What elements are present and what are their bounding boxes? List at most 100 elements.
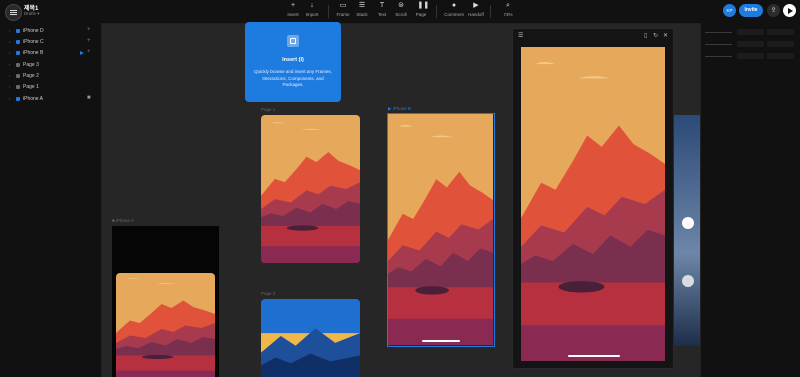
menu-icon[interactable] — [5, 4, 22, 21]
layer-name: Page 3 — [23, 62, 39, 68]
layer-name: iPhone C — [23, 39, 44, 45]
zoom-icon: ⌕ — [506, 2, 510, 9]
property-row — [705, 32, 732, 33]
stack-icon: ☰ — [358, 2, 366, 9]
toggle-knob — [682, 217, 694, 229]
sunset-artwork — [261, 115, 360, 263]
share-icon[interactable]: ⇪ — [767, 4, 780, 17]
preview-window[interactable]: ☰ ▯ ↻ ✕ — [512, 28, 674, 369]
property-field[interactable] — [737, 29, 764, 35]
zoom-tool[interactable]: ⌕ 73% — [496, 2, 520, 17]
blue-hills-artwork — [261, 299, 360, 377]
refresh-icon[interactable]: ↻ — [653, 32, 658, 39]
layer-page-1[interactable]: › Page 1 — [0, 82, 101, 92]
chevron-right-icon[interactable]: › — [9, 28, 10, 33]
comment-icon: ● — [451, 2, 457, 9]
frame-label-iphone-b[interactable]: ▶ iPhone B — [388, 106, 411, 112]
plus-icon[interactable]: + — [87, 49, 91, 55]
invite-button[interactable]: Invite — [739, 4, 763, 17]
project-location[interactable]: Drafts ▾ — [24, 11, 40, 17]
chevron-right-icon[interactable]: › — [9, 84, 10, 89]
start-frame-icon[interactable] — [80, 50, 84, 55]
top-toolbar: 제목1 Drafts ▾ + Insert ↓ Import ▭ Frame ☰… — [0, 0, 800, 24]
layer-iphone-c[interactable]: › iPhone C + — [0, 37, 101, 47]
frame-layer-icon — [16, 29, 20, 33]
layer-name: iPhone D — [23, 28, 44, 34]
insert-tooltip: Insert (I) Quickly browse and insert any… — [245, 22, 341, 102]
layer-iphone-a[interactable]: › iPhone A ■ — [0, 94, 101, 104]
property-row — [705, 44, 732, 45]
chevron-right-icon[interactable]: › — [9, 96, 10, 101]
property-row — [705, 56, 732, 57]
frame-iphone-b[interactable] — [387, 113, 495, 347]
page-icon: ❚❚ — [417, 2, 430, 9]
property-field[interactable] — [737, 53, 764, 59]
frame-iphone-c[interactable] — [672, 115, 700, 346]
home-indicator — [422, 340, 460, 342]
zoom-level: 73% — [503, 12, 513, 17]
frame-iphone-a[interactable] — [112, 226, 219, 377]
comment-tool[interactable]: ● Comment — [442, 2, 466, 17]
close-icon[interactable]: ✕ — [663, 32, 668, 39]
preview-play-button[interactable] — [783, 4, 796, 17]
text-icon: T — [379, 2, 385, 9]
frame-options-icon[interactable]: ■ — [87, 95, 91, 101]
import-tool[interactable]: ↓ Import — [300, 2, 324, 17]
chevron-right-icon[interactable]: › — [9, 39, 10, 44]
frame-layer-icon — [16, 40, 20, 44]
layer-page-2[interactable]: › Page 2 — [0, 71, 101, 81]
property-field[interactable] — [767, 41, 794, 47]
sunset-artwork — [388, 114, 493, 345]
frame-page-1[interactable] — [261, 115, 360, 263]
handoff-icon: ▶ — [473, 2, 479, 9]
property-field[interactable] — [737, 41, 764, 47]
page-tool[interactable]: ❚❚ Page — [409, 2, 433, 17]
preview-screen[interactable] — [521, 47, 665, 361]
import-icon: ↓ — [310, 2, 314, 9]
toolbar-divider — [328, 5, 329, 18]
insert-icon — [287, 35, 299, 47]
layer-iphone-d[interactable]: › iPhone D + — [0, 26, 101, 36]
plus-icon[interactable]: + — [87, 38, 91, 44]
tooltip-title: Insert (I) — [282, 57, 304, 63]
frame-label-text: Page 1 — [261, 107, 276, 112]
layers-panel: › iPhone D + › iPhone C + › iPhone B + ›… — [0, 23, 102, 377]
layer-name: Page 2 — [23, 73, 39, 79]
property-field[interactable] — [767, 29, 794, 35]
toggle-knob — [682, 275, 694, 287]
frame-icon: ▭ — [339, 2, 347, 9]
frame-page-2[interactable] — [261, 299, 360, 377]
chevron-right-icon[interactable]: › — [9, 62, 10, 67]
frame-label-page-1[interactable]: Page 1 — [261, 107, 275, 112]
property-field[interactable] — [767, 53, 794, 59]
sunset-artwork — [521, 47, 665, 361]
handoff-tool[interactable]: ▶ Handoff — [464, 2, 488, 17]
tooltip-description: Quickly browse and insert any Frames, In… — [254, 69, 332, 87]
layer-page-3[interactable]: › Page 3 — [0, 60, 101, 70]
page-layer-icon — [16, 74, 20, 78]
chevron-right-icon[interactable]: › — [9, 50, 10, 55]
handoff-label: Handoff — [468, 12, 484, 17]
device-icon[interactable]: ▯ — [644, 32, 647, 39]
sunset-artwork — [116, 273, 215, 377]
frame-layer-icon — [16, 97, 20, 101]
layer-name: iPhone B — [23, 50, 44, 56]
layer-iphone-b[interactable]: › iPhone B + — [0, 48, 101, 58]
page-layer-icon — [16, 85, 20, 89]
frame-label-page-2[interactable]: Page 2 — [261, 291, 275, 296]
frame-label-text: iPhone A — [115, 218, 134, 223]
frame-label-iphone-a[interactable]: ■ iPhone A — [112, 218, 134, 223]
menu-icon[interactable]: ☰ — [518, 32, 523, 39]
frame-layer-icon — [16, 51, 20, 55]
import-label: Import — [305, 12, 319, 17]
night-artwork — [672, 115, 700, 346]
page-label: Page — [415, 12, 427, 17]
comment-label: Comment — [444, 12, 464, 17]
chevron-right-icon[interactable]: › — [9, 73, 10, 78]
properties-panel — [700, 23, 800, 377]
layer-name: iPhone A — [23, 96, 44, 102]
avatar[interactable]: KP — [723, 4, 736, 17]
scroll-icon: ⊜ — [398, 2, 404, 9]
toolbar-divider — [436, 5, 437, 18]
plus-icon[interactable]: + — [87, 27, 91, 33]
